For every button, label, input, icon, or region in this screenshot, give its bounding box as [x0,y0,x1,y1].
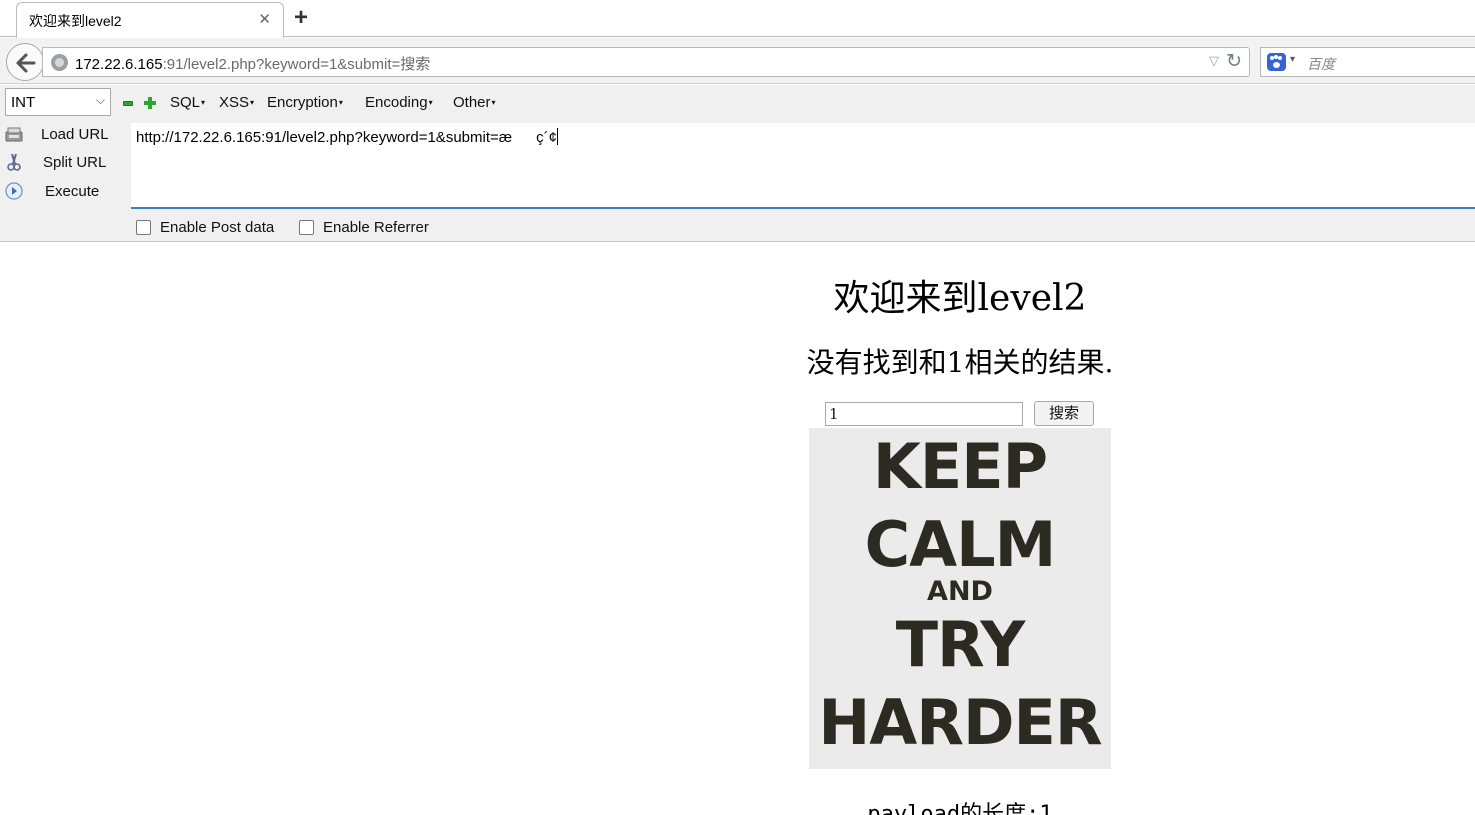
tab-title: 欢迎来到level2 [29,13,122,29]
int-type-select[interactable]: INT ⌵ [5,88,111,116]
decrement-icon[interactable] [123,101,133,106]
menu-label: Encoding [365,94,428,111]
back-arrow-icon [16,53,36,73]
search-engine-dropdown-icon[interactable]: ▾ [1290,54,1295,65]
url-history-dropdown-icon[interactable]: ▽ [1209,53,1219,69]
payload-length-text: payload的长度:1 [867,802,1053,815]
baidu-paw-icon[interactable] [1267,53,1286,71]
poster-line: KEEP [872,430,1048,503]
hackbar-url-value: http://172.22.6.165:91/level2.php?keywor… [136,129,557,146]
poster-line: HARDER [818,686,1102,759]
url-path: :91/level2.php?keyword=1&submit=搜索 [162,56,431,73]
caret-icon: ▾ [338,98,343,107]
increment-icon[interactable] [144,97,156,109]
reload-icon[interactable]: ↻ [1226,50,1242,73]
poster-line: AND [927,576,993,607]
hackbar-panel: INT ⌵ SQL▾ XSS▾ Encryption▾ Encoding▾ Ot… [0,85,1475,242]
paw-toe [1278,56,1282,60]
menu-label: Encryption [267,94,338,111]
execute-button[interactable]: Execute [0,179,128,205]
caret-icon: ▾ [201,98,206,107]
hackbar-url-text: http://172.22.6.165:91/level2.php?keywor… [136,127,558,147]
address-bar[interactable]: 172.22.6.165:91/level2.php?keyword=1&sub… [42,47,1250,77]
caret-icon: ▾ [491,98,496,107]
scissors-icon [7,153,21,171]
search-button[interactable]: 搜索 [1034,401,1094,426]
execute-label: Execute [45,183,100,200]
caret-icon: ▾ [250,98,255,107]
caret-icon: ▾ [428,98,433,107]
tab-strip: 欢迎来到level2 ✕ + [0,0,1475,38]
split-url-button[interactable]: Split URL [0,150,128,176]
back-button[interactable] [6,43,44,81]
close-tab-icon[interactable]: ✕ [258,11,271,29]
load-url-button[interactable]: Load URL [0,122,128,148]
split-url-label: Split URL [43,154,107,171]
enable-post-label: Enable Post data [160,219,275,236]
play-icon [5,182,23,200]
int-select-value: INT [11,94,36,111]
paw-pad [1273,62,1280,68]
menu-sql[interactable]: SQL▾ [170,94,205,111]
browser-tab[interactable]: 欢迎来到level2 ✕ [16,2,284,38]
checkbox-box[interactable] [299,220,314,235]
navigation-bar: 172.22.6.165:91/level2.php?keyword=1&sub… [0,38,1475,84]
text-cursor [556,128,558,145]
menu-label: SQL [170,94,201,111]
page-content: 欢迎来到level2 没有找到和1相关的结果. 1 搜索 KEEP CALM A… [0,243,1475,815]
load-url-icon [5,127,23,142]
url-host: 172.22.6.165 [75,56,163,73]
menu-encryption[interactable]: Encryption▾ [267,94,343,111]
menu-label: Other [453,94,491,111]
enable-referrer-label: Enable Referrer [323,219,429,236]
url-text: 172.22.6.165:91/level2.php?keyword=1&sub… [75,53,430,74]
hackbar-url-textarea[interactable]: http://172.22.6.165:91/level2.php?keywor… [131,123,1475,209]
menu-label: XSS [219,94,250,111]
load-url-label: Load URL [41,126,109,143]
poster-line: TRY [895,608,1026,681]
new-tab-button[interactable]: + [294,5,308,31]
keep-calm-poster-image: KEEP CALM AND TRY HARDER [809,428,1111,769]
chevron-down-icon: ⌵ [95,93,105,107]
search-input[interactable]: 百度 [1307,54,1335,74]
checkbox-box[interactable] [136,220,151,235]
keyword-input[interactable]: 1 [825,402,1023,426]
globe-icon [51,54,68,71]
search-bar[interactable]: ▾ 百度 [1260,47,1475,77]
menu-xss[interactable]: XSS▾ [219,94,254,111]
page-heading: 欢迎来到level2 [833,278,1087,319]
search-result-text: 没有找到和1相关的结果. [806,346,1114,379]
menu-encoding[interactable]: Encoding▾ [365,94,433,111]
poster-line: CALM [864,508,1057,581]
menu-other[interactable]: Other▾ [453,94,496,111]
